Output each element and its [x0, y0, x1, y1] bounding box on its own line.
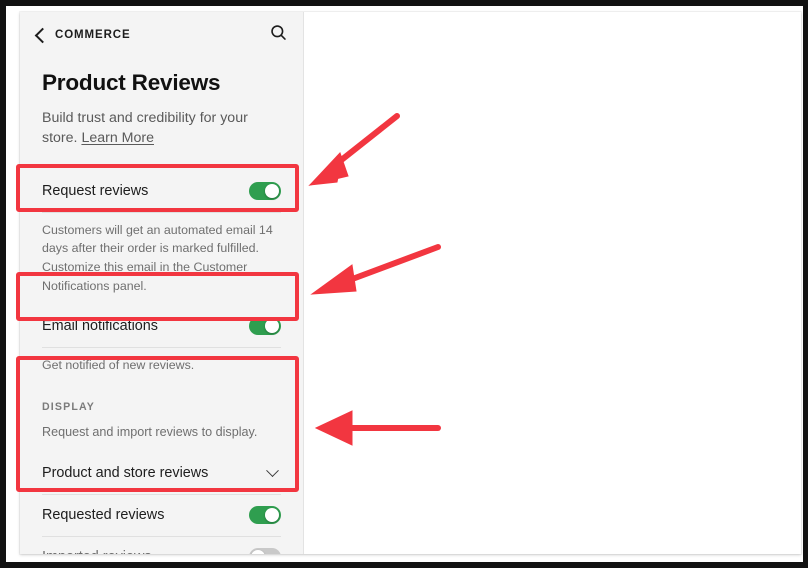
display-type-select[interactable]: Product and store reviews: [42, 453, 281, 495]
email-notifications-helper-text: Get notified of new reviews.: [42, 357, 195, 372]
request-reviews-label: Request reviews: [42, 183, 149, 200]
window-frame-inner: COMMERCE Product Reviews Build trust and…: [6, 6, 803, 562]
page-subtitle: Build trust and credibility for your sto…: [42, 108, 281, 149]
helper-text-before: Customers will get an automated email 14…: [42, 222, 273, 256]
toggle-knob: [251, 550, 265, 554]
toggle-knob: [265, 508, 279, 523]
display-section-caption: DISPLAY: [42, 400, 95, 413]
screenshot-root: COMMERCE Product Reviews Build trust and…: [0, 0, 808, 568]
requested-reviews-toggle[interactable]: [249, 506, 281, 525]
navigation-bar: COMMERCE: [20, 12, 303, 58]
settings-sidebar: COMMERCE Product Reviews Build trust and…: [20, 12, 304, 554]
page-header: Product Reviews Build trust and credibil…: [20, 58, 303, 149]
requested-reviews-label: Requested reviews: [42, 507, 165, 524]
back-button[interactable]: COMMERCE: [28, 25, 137, 45]
email-notifications-section: Email notifications Get notified of new …: [20, 306, 303, 385]
app-panel: COMMERCE Product Reviews Build trust and…: [20, 12, 801, 554]
toggle-knob: [265, 319, 279, 334]
row-request-reviews[interactable]: Request reviews: [42, 171, 281, 213]
imported-reviews-label: Imported reviews: [42, 549, 152, 554]
toggle-knob: [265, 184, 279, 199]
page-title: Product Reviews: [42, 70, 221, 95]
search-icon[interactable]: [270, 24, 287, 46]
email-notifications-toggle[interactable]: [249, 317, 281, 336]
display-type-value: Product and store reviews: [42, 465, 209, 482]
learn-more-link[interactable]: Learn More: [81, 130, 154, 146]
email-notifications-label: Email notifications: [42, 318, 158, 335]
main-content-area: [304, 12, 801, 554]
row-requested-reviews[interactable]: Requested reviews: [42, 495, 281, 537]
row-email-notifications[interactable]: Email notifications: [42, 306, 281, 348]
back-button-label: COMMERCE: [55, 29, 131, 41]
request-reviews-helper-text: Customers will get an automated email 14…: [42, 213, 281, 306]
request-reviews-toggle[interactable]: [249, 182, 281, 201]
imported-reviews-toggle[interactable]: [249, 548, 281, 554]
chevron-down-icon: [266, 464, 279, 477]
chevron-left-icon: [34, 27, 51, 43]
customize-email-link[interactable]: Customize this email: [42, 260, 156, 274]
display-section: DISPLAY Request and import reviews to di…: [20, 395, 303, 554]
display-section-description: Request and import reviews to display.: [42, 424, 258, 439]
row-imported-reviews[interactable]: Imported reviews: [42, 537, 281, 554]
request-reviews-section: Request reviews Customers will get an au…: [20, 171, 303, 306]
